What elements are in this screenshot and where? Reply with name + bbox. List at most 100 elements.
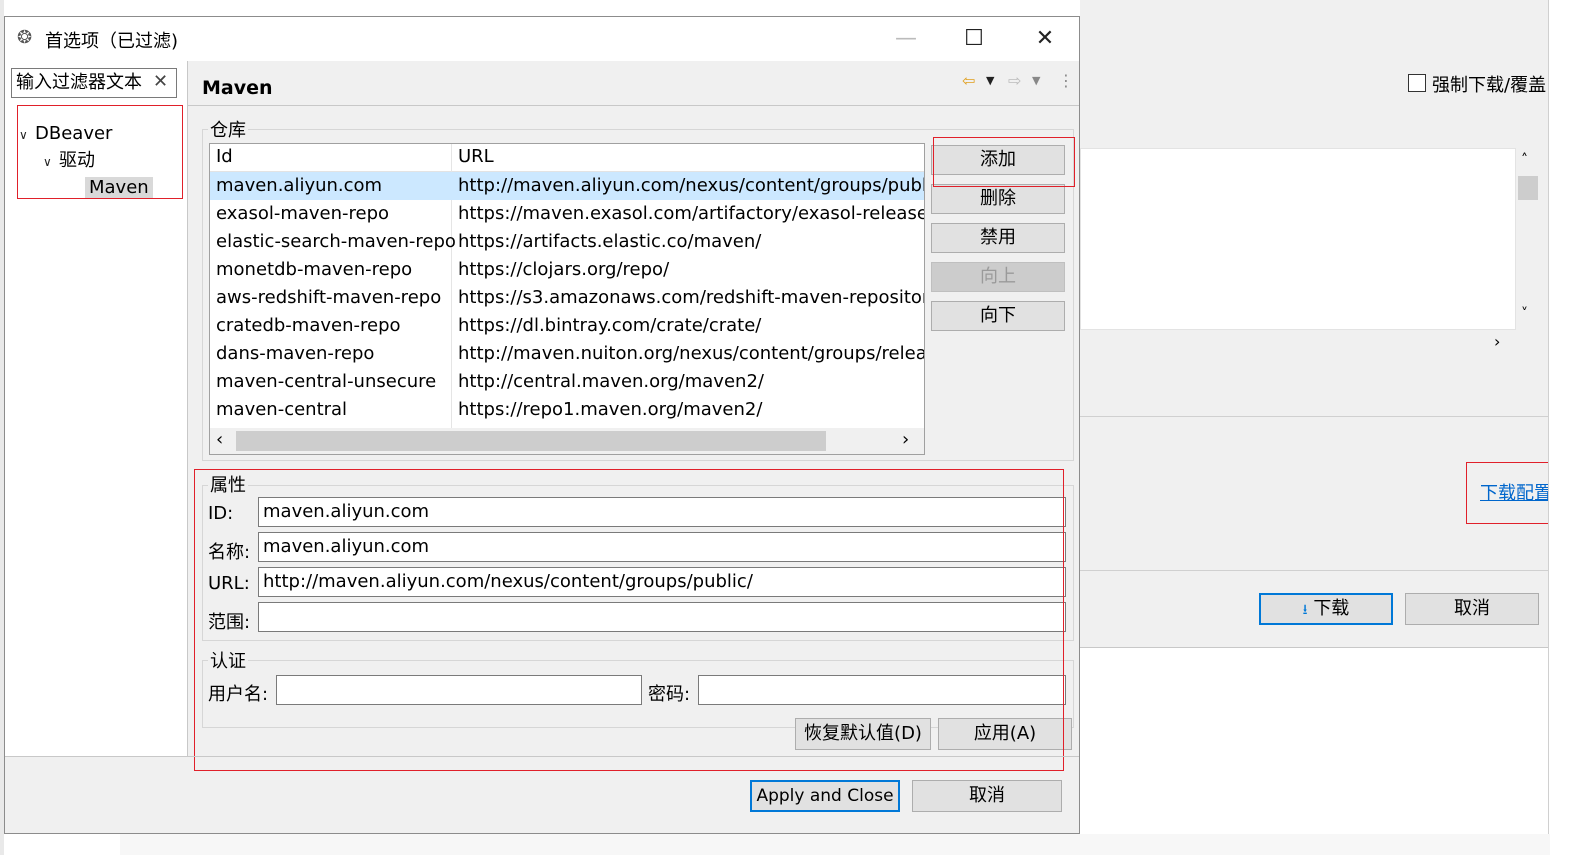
repo-id-cell: exasol-maven-repo — [216, 203, 390, 224]
scope-label: 范围: — [208, 612, 251, 633]
scroll-up-icon[interactable]: ˄ — [1521, 152, 1528, 168]
username-field[interactable] — [276, 675, 642, 705]
tree-item-dbeaver[interactable]: ∨ DBeaver — [19, 121, 112, 147]
horizontal-scrollbar[interactable]: ‹ › — [210, 428, 924, 454]
repo-url-cell: https://dl.bintray.com/crate/crate/ — [458, 315, 762, 336]
repo-id-cell: maven-central — [216, 399, 348, 420]
minimize-icon[interactable]: — — [883, 17, 929, 61]
repo-id-cell: maven-central-unsecure — [216, 371, 437, 392]
maximize-icon[interactable]: ☐ — [951, 17, 997, 61]
repo-id-cell: dans-maven-repo — [216, 343, 375, 364]
table-row[interactable]: aws-redshift-maven-repo https://s3.amazon… — [210, 284, 924, 312]
repo-url-cell: http://central.maven.org/maven2/ — [458, 371, 764, 392]
restore-defaults-button[interactable]: 恢复默认值(D) — [795, 718, 931, 750]
maven-settings-page: Maven ⇦ ▼ ⇨ ▼ ⋮ 仓库 Id URL maven.aliyun.c… — [188, 61, 1079, 771]
repo-url-cell: http://maven.nuiton.org/nexus/content/gr… — [458, 343, 924, 364]
table-row[interactable]: monetdb-maven-repo https://clojars.org/re… — [210, 256, 924, 284]
add-button[interactable]: 添加 — [931, 145, 1065, 175]
preferences-tree-pane: 输入过滤器文本 ✕ ∨ DBeaver ∨ 驱动 Maven — [5, 61, 187, 756]
tree-item-drivers[interactable]: ∨ 驱动 — [43, 148, 95, 174]
table-row[interactable]: exasol-maven-repo https://maven.exasol.co… — [210, 200, 924, 228]
id-label: ID: — [208, 503, 234, 524]
separator — [1080, 570, 1548, 571]
disable-button[interactable]: 禁用 — [931, 223, 1065, 253]
apply-and-close-button[interactable]: Apply and Close — [750, 780, 900, 812]
table-row[interactable]: elastic-search-maven-repo https://artifac… — [210, 228, 924, 256]
repo-url-cell: https://repo1.maven.org/maven2/ — [458, 399, 763, 420]
title-separator — [188, 105, 1079, 106]
background-cancel-button[interactable]: 取消 — [1405, 593, 1539, 625]
chevron-down-icon[interactable]: ∨ — [19, 122, 35, 148]
horizontal-scrollbar[interactable]: › — [1080, 330, 1540, 356]
repo-id-cell: aws-redshift-maven-repo — [216, 287, 442, 308]
page-title: Maven — [202, 77, 273, 99]
forward-arrow-icon[interactable]: ⇨ — [1008, 71, 1021, 90]
id-field[interactable]: maven.aliyun.com — [258, 497, 1066, 527]
forward-dropdown-icon[interactable]: ▼ — [1032, 74, 1040, 87]
repo-id-cell: maven.aliyun.com — [216, 175, 383, 196]
separator — [1080, 416, 1548, 417]
move-down-button[interactable]: 向下 — [931, 301, 1065, 331]
tree-item-maven[interactable]: Maven — [85, 175, 153, 201]
scope-field[interactable] — [258, 602, 1066, 632]
background-text-area[interactable] — [1080, 148, 1516, 330]
preferences-dialog: ❂ 首选项（已过滤) — ☐ ✕ 输入过滤器文本 ✕ ∨ DBeaver ∨ 驱动 … — [4, 16, 1080, 834]
repo-id-cell: elastic-search-maven-repo — [216, 231, 456, 252]
clear-filter-icon[interactable]: ✕ — [153, 71, 168, 92]
name-field[interactable]: maven.aliyun.com — [258, 532, 1066, 562]
repo-url-cell: http://maven.aliyun.com/nexus/content/gr… — [458, 175, 924, 196]
table-row[interactable]: dans-maven-repo http://maven.nuiton.org/n… — [210, 340, 924, 368]
force-download-label: 强制下载/覆盖 — [1432, 75, 1547, 96]
download-config-link[interactable]: 下载配置 — [1480, 479, 1552, 505]
repo-url-cell: https://maven.exasol.com/artifactory/exa… — [458, 203, 924, 224]
scroll-left-icon[interactable]: ‹ — [216, 429, 223, 450]
repo-url-cell: https://s3.amazonaws.com/redshift-maven-… — [458, 287, 924, 308]
repo-id-cell: monetdb-maven-repo — [216, 259, 413, 280]
move-up-button[interactable]: 向上 — [931, 262, 1065, 292]
username-label: 用户名: — [208, 684, 269, 705]
table-row[interactable]: maven.aliyun.com http://maven.aliyun.com/… — [210, 172, 924, 200]
apply-button[interactable]: 应用(A) — [938, 718, 1072, 750]
force-download-checkbox[interactable] — [1408, 74, 1426, 92]
close-icon[interactable]: ✕ — [1022, 17, 1068, 61]
repo-url-cell: https://clojars.org/repo/ — [458, 259, 670, 280]
scroll-thumb[interactable] — [236, 431, 826, 451]
background-window-bottom — [120, 834, 1550, 855]
download-button[interactable]: ⭳ 下载 — [1259, 593, 1393, 625]
title-bar[interactable]: ❂ 首选项（已过滤) — ☐ ✕ — [5, 17, 1079, 61]
scroll-thumb[interactable] — [1518, 176, 1538, 200]
scroll-down-icon[interactable]: ˅ — [1521, 306, 1528, 322]
background-window-edge-right — [1548, 0, 1569, 855]
vertical-scrollbar[interactable]: ˄ ˅ — [1516, 148, 1540, 330]
table-header: Id URL — [210, 144, 924, 172]
download-button-label: 下载 — [1313, 598, 1350, 619]
app-icon: ❂ — [17, 27, 33, 48]
column-header-url[interactable]: URL — [458, 146, 494, 167]
table-row[interactable]: maven-central-unsecure http://central.mav… — [210, 368, 924, 396]
repo-url-cell: https://artifacts.elastic.co/maven/ — [458, 231, 762, 252]
repo-id-cell: cratedb-maven-repo — [216, 315, 401, 336]
scroll-right-icon[interactable]: › — [1494, 332, 1500, 351]
properties-group-label: 属性 — [208, 471, 248, 497]
tree-item-label: 驱动 — [59, 150, 95, 171]
bottom-separator — [5, 756, 1079, 757]
repositories-table[interactable]: Id URL maven.aliyun.com http://maven.aliy… — [209, 143, 925, 455]
chevron-down-icon[interactable]: ∨ — [43, 149, 59, 175]
delete-button[interactable]: 删除 — [931, 184, 1065, 214]
url-field[interactable]: http://maven.aliyun.com/nexus/content/gr… — [258, 567, 1066, 597]
table-row[interactable]: cratedb-maven-repo https://dl.bintray.com… — [210, 312, 924, 340]
table-row[interactable]: maven-central https://repo1.maven.org/mav… — [210, 396, 924, 424]
password-field[interactable] — [698, 675, 1066, 705]
cancel-button[interactable]: 取消 — [912, 780, 1062, 812]
tree-item-label: Maven — [85, 177, 153, 198]
column-header-id[interactable]: Id — [216, 146, 233, 167]
back-dropdown-icon[interactable]: ▼ — [986, 74, 994, 87]
download-icon: ⭳ — [1302, 602, 1308, 618]
password-label: 密码: — [648, 684, 691, 705]
tree-item-label: DBeaver — [35, 123, 113, 144]
name-label: 名称: — [208, 542, 251, 563]
scroll-right-icon[interactable]: › — [902, 429, 909, 450]
back-arrow-icon[interactable]: ⇦ — [962, 71, 975, 90]
repositories-group-label: 仓库 — [208, 116, 248, 142]
more-menu-icon[interactable]: ⋮ — [1058, 71, 1074, 90]
